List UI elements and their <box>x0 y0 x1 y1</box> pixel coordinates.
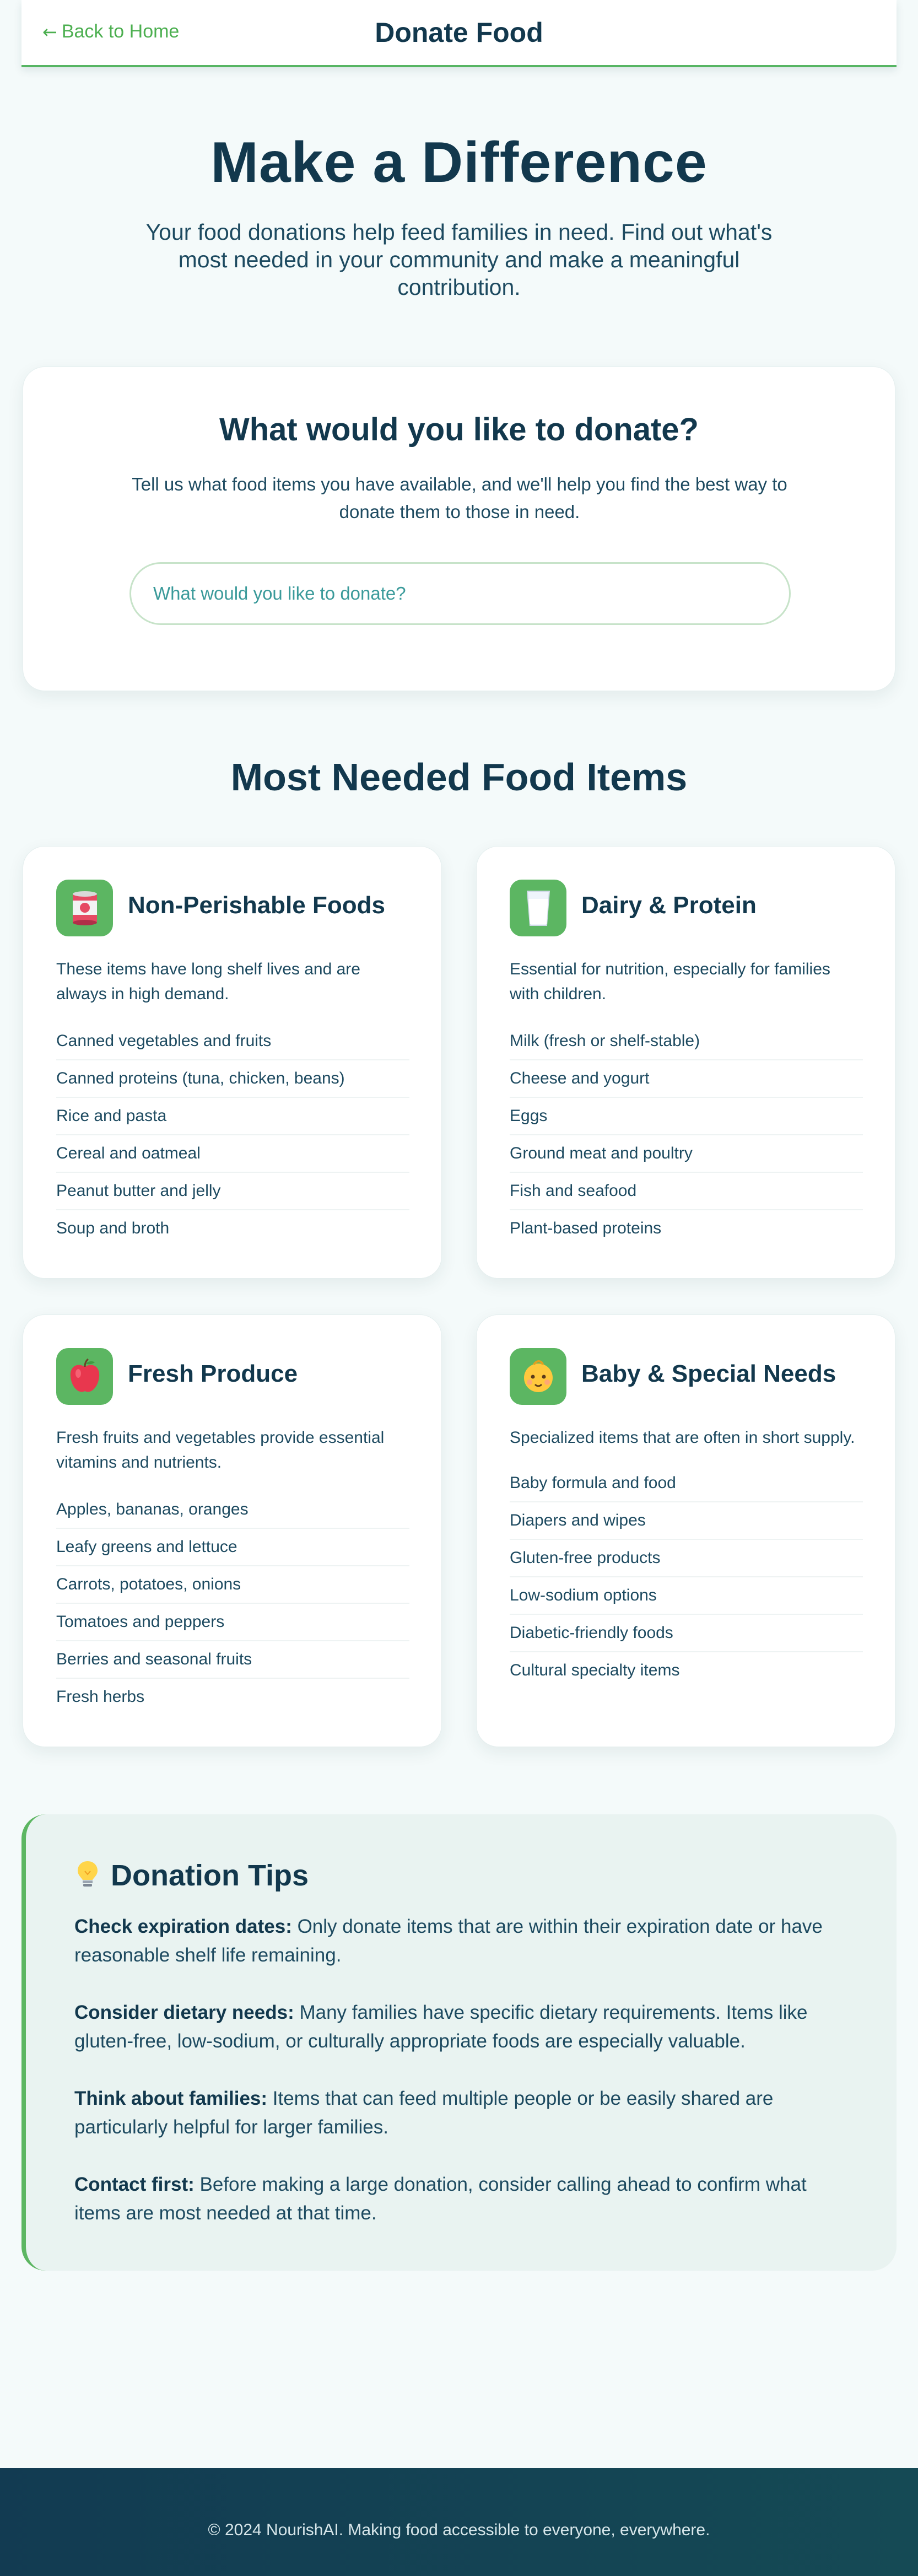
category-item-list: Canned vegetables and fruits Canned prot… <box>56 1023 409 1248</box>
list-item: Baby formula and food <box>510 1465 863 1502</box>
hero-subtitle: Your food donations help feed families i… <box>145 219 773 300</box>
list-item: Cultural specialty items <box>510 1661 680 1679</box>
tip-label: Consider dietary needs: <box>74 2002 294 2023</box>
category-title: Fresh Produce <box>128 1360 298 1387</box>
list-item: Gluten-free products <box>510 1540 863 1577</box>
tip-item: Consider dietary needs: Many families ha… <box>74 1998 857 2056</box>
list-item: Diabetic-friendly foods <box>510 1615 863 1652</box>
category-description: Essential for nutrition, especially for … <box>510 960 830 1003</box>
category-card-baby-special: Baby & Special Needs Specialized items t… <box>476 1314 895 1747</box>
hero-title: Make a Difference <box>210 131 708 195</box>
category-item-list: Apples, bananas, oranges Leafy greens an… <box>56 1491 409 1716</box>
tip-item: Think about families: Items that can fee… <box>74 2084 857 2142</box>
list-item: Carrots, potatoes, onions <box>56 1566 409 1604</box>
baby-icon <box>510 1348 566 1405</box>
category-card-dairy-protein: Dairy & Protein Essential for nutrition,… <box>476 846 895 1279</box>
category-title: Dairy & Protein <box>581 892 757 919</box>
category-title: Non-Perishable Foods <box>128 892 385 919</box>
tip-label: Think about families: <box>74 2088 268 2109</box>
top-header: ← Back to Home Donate Food <box>21 0 897 67</box>
tips-title: Donation Tips <box>111 1859 309 1892</box>
category-description: Specialized items that are often in shor… <box>510 1429 855 1447</box>
tip-item: Check expiration dates: Only donate item… <box>74 1912 857 1970</box>
list-item: Ground meat and poultry <box>510 1135 863 1173</box>
footer-copyright: © 2024 NourishAI. Making food accessible… <box>208 2521 710 2539</box>
donate-search-card: What would you like to donate? Tell us w… <box>23 367 895 691</box>
list-item: Milk (fresh or shelf-stable) <box>510 1023 863 1060</box>
category-description: Fresh fruits and vegetables provide esse… <box>56 1429 385 1472</box>
apple-icon <box>56 1348 113 1405</box>
category-card-fresh-produce: Fresh Produce Fresh fruits and vegetable… <box>23 1314 442 1747</box>
category-card-non-perishable: Non-Perishable Foods These items have lo… <box>23 846 442 1279</box>
page-title: Donate Food <box>375 17 543 48</box>
list-item: Cereal and oatmeal <box>56 1135 409 1173</box>
tips-header: Donation Tips <box>77 1858 309 1893</box>
list-item: Plant-based proteins <box>510 1219 662 1237</box>
list-item: Low-sodium options <box>510 1577 863 1615</box>
list-item: Fresh herbs <box>56 1688 145 1706</box>
list-item: Apples, bananas, oranges <box>56 1491 409 1529</box>
list-item: Peanut butter and jelly <box>56 1173 409 1210</box>
category-title: Baby & Special Needs <box>581 1360 836 1387</box>
tip-label: Contact first: <box>74 2174 195 2195</box>
list-item: Tomatoes and peppers <box>56 1604 409 1641</box>
milk-glass-icon <box>510 880 566 936</box>
donation-tips-panel: Donation Tips Check expiration dates: On… <box>21 1814 897 2271</box>
list-item: Rice and pasta <box>56 1098 409 1135</box>
list-item: Leafy greens and lettuce <box>56 1529 409 1566</box>
category-item-list: Baby formula and food Diapers and wipes … <box>510 1465 863 1690</box>
most-needed-title: Most Needed Food Items <box>230 756 688 799</box>
donate-search-input[interactable] <box>129 562 791 625</box>
page-footer: © 2024 NourishAI. Making food accessible… <box>0 2468 918 2576</box>
canned-food-icon <box>56 880 113 936</box>
list-item: Canned proteins (tuna, chicken, beans) <box>56 1060 409 1098</box>
list-item: Cheese and yogurt <box>510 1060 863 1098</box>
tip-item: Contact first: Before making a large don… <box>74 2170 857 2228</box>
list-item: Diapers and wipes <box>510 1502 863 1540</box>
list-item: Fish and seafood <box>510 1173 863 1210</box>
tip-label: Check expiration dates: <box>74 1916 292 1937</box>
list-item: Berries and seasonal fruits <box>56 1641 409 1679</box>
category-item-list: Milk (fresh or shelf-stable) Cheese and … <box>510 1023 863 1248</box>
list-item: Eggs <box>510 1098 863 1135</box>
category-description: These items have long shelf lives and ar… <box>56 960 360 1003</box>
list-item: Soup and broth <box>56 1219 170 1237</box>
lightbulb-icon <box>77 1860 99 1891</box>
list-item: Canned vegetables and fruits <box>56 1023 409 1060</box>
donate-card-title: What would you like to donate? <box>219 412 699 448</box>
donate-card-description: Tell us what food items you have availab… <box>132 474 787 522</box>
